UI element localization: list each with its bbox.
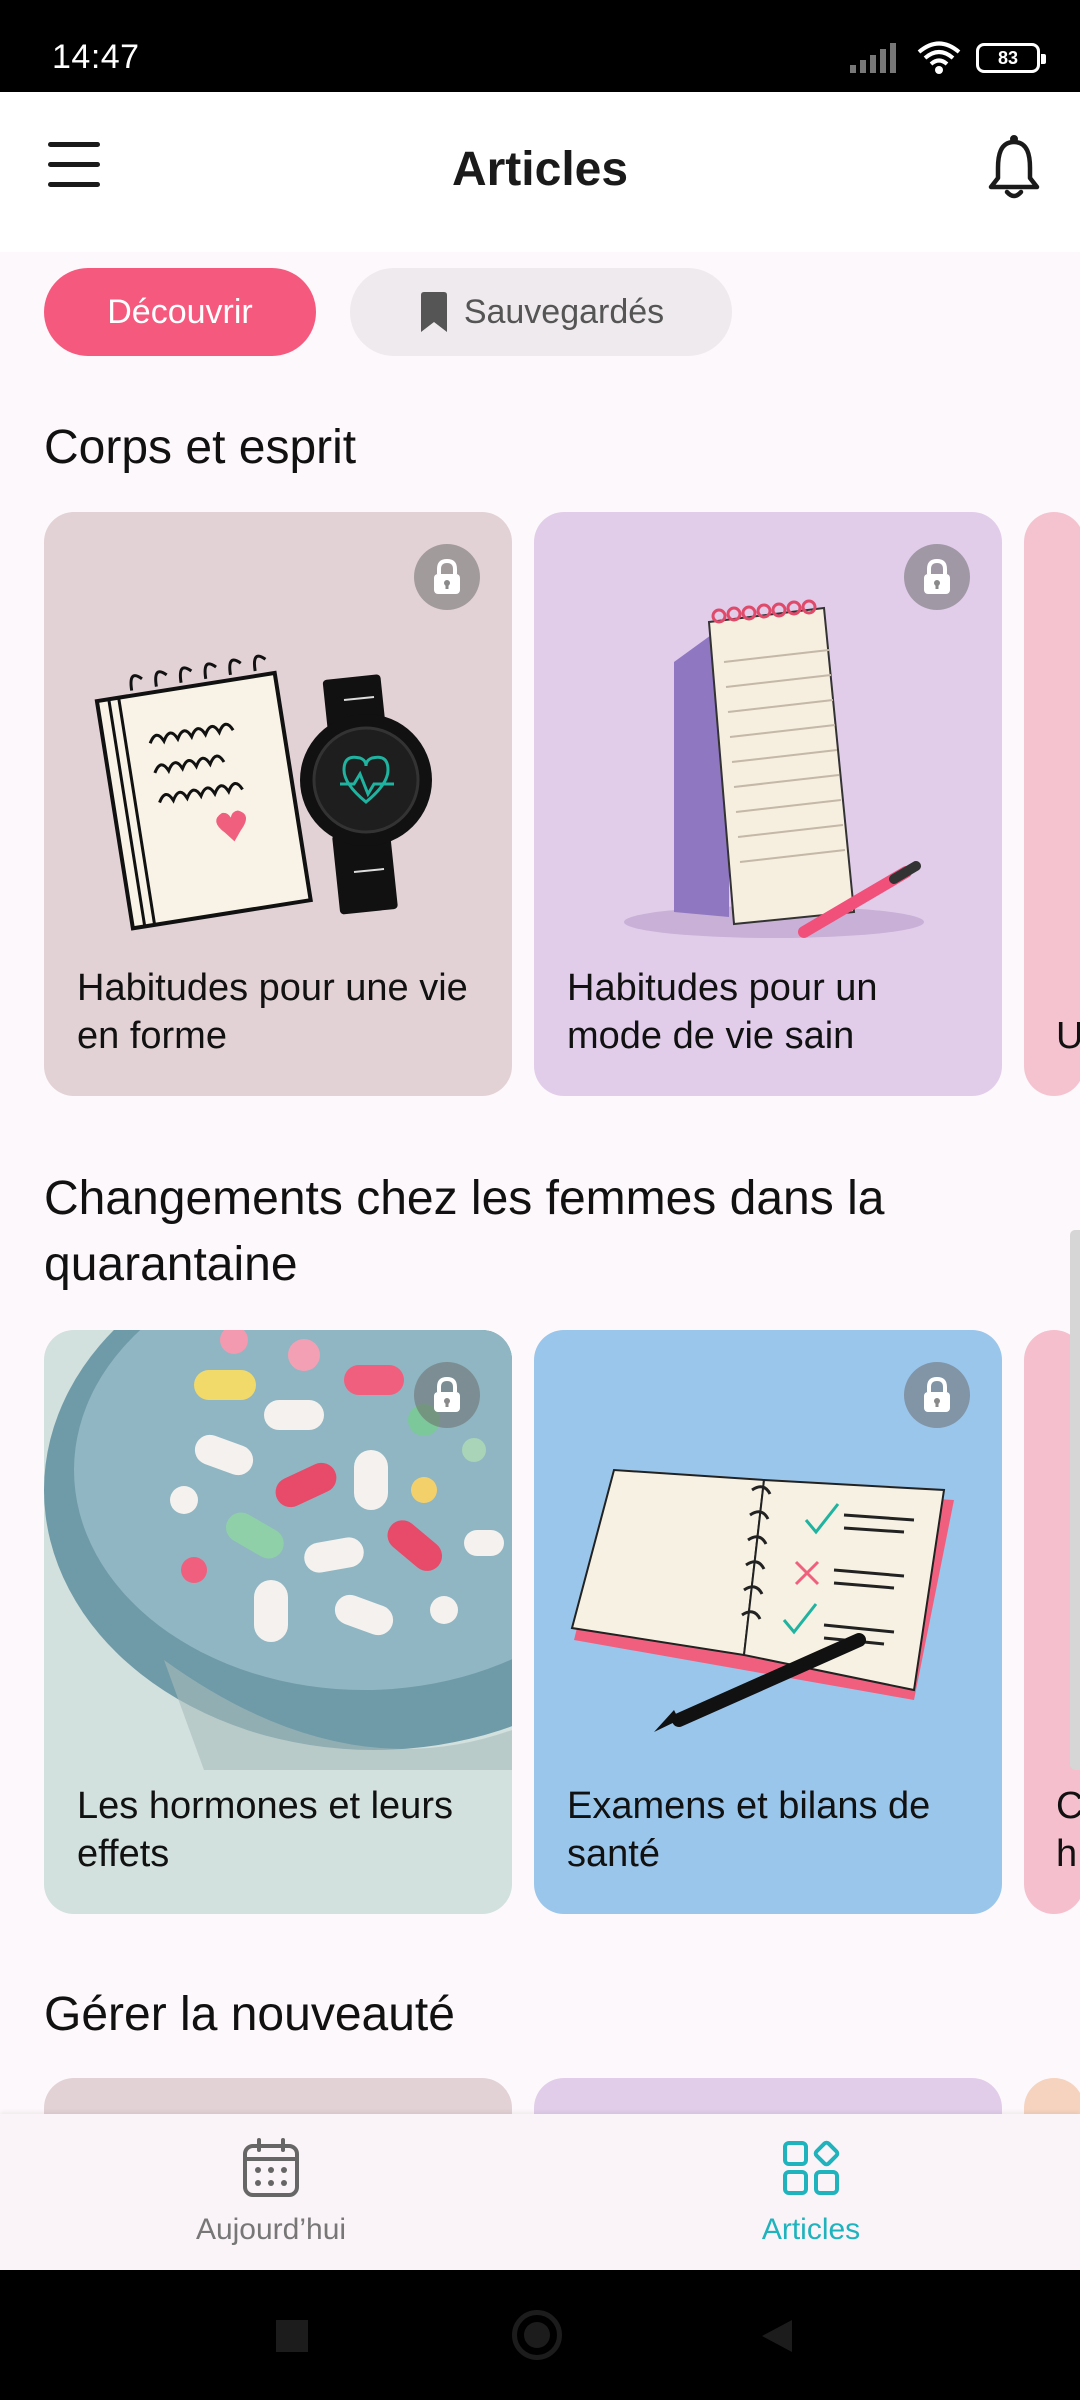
status-time: 14:47 [52, 38, 140, 76]
lock-icon [904, 544, 970, 610]
lock-icon [414, 1362, 480, 1428]
section-title: Gérer la nouveauté [44, 1988, 455, 2041]
article-card-title: Habitudes pour une vie en forme [77, 967, 468, 1057]
top-app-bar: Articles [0, 92, 1080, 252]
tab-discover-label: Découvrir [107, 292, 253, 331]
home-button[interactable] [512, 2310, 562, 2360]
calendar-icon [243, 2138, 299, 2197]
article-card-title: Examens et bilans de santé [567, 1785, 931, 1875]
signal-icon [850, 43, 896, 73]
nav-item-today[interactable]: Aujourd’hui [121, 2138, 421, 2247]
article-card-title: C h [1056, 1785, 1080, 1875]
grid-icon [783, 2140, 840, 2195]
bottom-navigation: Aujourd’hui Articles [0, 2114, 1080, 2270]
article-card[interactable]: Habitudes pour une vie en forme [44, 512, 512, 1096]
wifi-icon [917, 41, 961, 74]
article-card[interactable]: Examens et bilans de santé [534, 1330, 1002, 1914]
tab-discover[interactable]: Découvrir [44, 268, 316, 356]
recents-button[interactable] [276, 2320, 308, 2352]
scrollbar[interactable] [1070, 1230, 1080, 1770]
section-title: Changements chez les femmes dans la quar… [44, 1172, 885, 1291]
tab-saved-label: Sauvegardés [463, 292, 665, 331]
article-card-title: U [1056, 1015, 1080, 1057]
page-title: Articles [451, 143, 629, 196]
status-bar: 14:47 83 [0, 0, 1080, 92]
nav-label-today: Aujourd’hui [195, 2213, 347, 2246]
section-title: Corps et esprit [44, 421, 357, 474]
nav-item-articles[interactable]: Articles [661, 2138, 961, 2247]
battery-indicator: 83 [976, 43, 1046, 73]
system-navigation-bar [0, 2270, 1080, 2400]
article-filter-tabs: Découvrir Sauvegardés [44, 268, 732, 356]
back-button[interactable] [760, 2318, 794, 2354]
lock-icon [414, 544, 480, 610]
tab-saved[interactable]: Sauvegardés [350, 268, 732, 356]
notification-bell-icon[interactable] [986, 134, 1042, 200]
article-card-title: Habitudes pour un mode de vie sain [567, 967, 878, 1057]
article-card[interactable]: U [1024, 512, 1080, 1096]
lock-icon [904, 1362, 970, 1428]
article-card-title: Les hormones et leurs effets [77, 1785, 453, 1875]
status-icons: 83 [848, 38, 1046, 78]
nav-label-articles: Articles [761, 2213, 861, 2246]
bookmark-icon [420, 292, 447, 332]
article-card[interactable]: Habitudes pour un mode de vie sain [534, 512, 1002, 1096]
article-card[interactable]: Les hormones et leurs effets [44, 1330, 512, 1914]
